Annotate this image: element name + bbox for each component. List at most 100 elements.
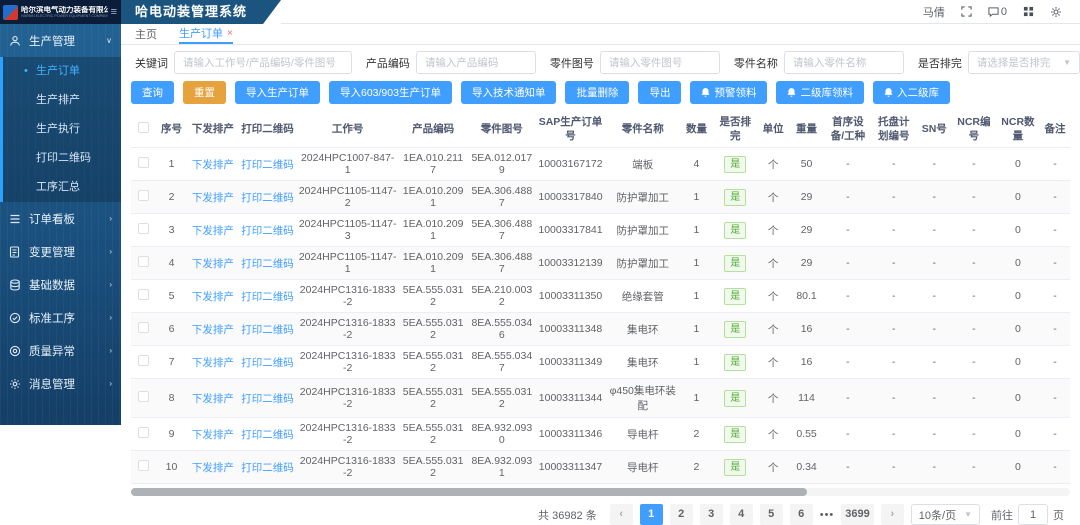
message-icon[interactable]: 0 bbox=[988, 6, 1007, 18]
cell-weight: 0.55 bbox=[788, 418, 825, 451]
send-schedule-link[interactable]: 下发排产 bbox=[192, 291, 234, 303]
sidebar-item-5[interactable]: 质量异常› bbox=[0, 334, 121, 367]
sidebar-item-0[interactable]: 生产管理∨ bbox=[0, 24, 121, 57]
row-checkbox[interactable] bbox=[138, 391, 149, 402]
cell-sap_no: 10003317841 bbox=[536, 214, 605, 247]
row-checkbox[interactable] bbox=[138, 322, 149, 333]
print-qrcode-link[interactable]: 打印二维码 bbox=[241, 291, 294, 303]
print-qrcode-link[interactable]: 打印二维码 bbox=[241, 429, 294, 441]
sidebar-item-1[interactable]: 订单看板› bbox=[0, 202, 121, 235]
send-schedule-link[interactable]: 下发排产 bbox=[192, 393, 234, 405]
row-checkbox[interactable] bbox=[138, 190, 149, 201]
send-schedule-link[interactable]: 下发排产 bbox=[192, 462, 234, 474]
sidebar-subitem[interactable]: 生产排产 bbox=[3, 86, 121, 115]
gear-icon[interactable] bbox=[1050, 6, 1062, 18]
print-qrcode-link[interactable]: 打印二维码 bbox=[241, 192, 294, 204]
send-schedule-link[interactable]: 下发排产 bbox=[192, 258, 234, 270]
send-schedule-link[interactable]: 下发排产 bbox=[192, 324, 234, 336]
send-schedule-link[interactable]: 下发排产 bbox=[192, 357, 234, 369]
close-tab-icon[interactable]: × bbox=[227, 28, 233, 39]
print-qrcode-link[interactable]: 打印二维码 bbox=[241, 159, 294, 171]
chevron-icon: › bbox=[109, 214, 112, 223]
fullscreen-icon[interactable] bbox=[961, 6, 972, 17]
send-schedule-link[interactable]: 下发排产 bbox=[192, 192, 234, 204]
prev-page-button[interactable]: ‹ bbox=[610, 504, 633, 525]
apps-grid-icon[interactable] bbox=[1023, 6, 1034, 17]
import-603-903-button[interactable]: 导入603/903生产订单 bbox=[329, 81, 452, 104]
page-button-6[interactable]: 6 bbox=[790, 504, 813, 525]
keyword-input[interactable] bbox=[174, 51, 352, 74]
print-qrcode-link[interactable]: 打印二维码 bbox=[241, 258, 294, 270]
part-no-input[interactable] bbox=[600, 51, 720, 74]
export-button[interactable]: 导出 bbox=[638, 81, 681, 104]
level2-in-button[interactable]: 入二级库 bbox=[873, 81, 950, 104]
print-qrcode-link[interactable]: 打印二维码 bbox=[241, 357, 294, 369]
sidebar-subitem[interactable]: 工序汇总 bbox=[3, 173, 121, 202]
cell-seq: 5 bbox=[156, 280, 188, 313]
more-pages-button[interactable]: ••• bbox=[820, 509, 835, 521]
sidebar-subitem[interactable]: 生产执行 bbox=[3, 115, 121, 144]
column-header: 备注 bbox=[1040, 111, 1070, 148]
column-header: SAP生产订单号 bbox=[536, 111, 605, 148]
sidebar: 生产管理∨生产订单生产排产生产执行打印二维码工序汇总订单看板›变更管理›基础数据… bbox=[0, 24, 121, 425]
batch-delete-button[interactable]: 批量删除 bbox=[565, 81, 629, 104]
sidebar-subitem[interactable]: 生产订单 bbox=[3, 57, 121, 86]
sidebar-subitem[interactable]: 打印二维码 bbox=[3, 144, 121, 173]
row-checkbox[interactable] bbox=[138, 289, 149, 300]
user-name[interactable]: 马倩 bbox=[923, 4, 945, 20]
cell-weight: 29 bbox=[788, 181, 825, 214]
level2-pick-button[interactable]: 二级库领料 bbox=[776, 81, 864, 104]
cell-part_name: 导电杆 bbox=[605, 418, 681, 451]
print-qrcode-link[interactable]: 打印二维码 bbox=[241, 393, 294, 405]
sidebar-item-6[interactable]: 消息管理› bbox=[0, 367, 121, 400]
warning-pick-button[interactable]: 预警领料 bbox=[690, 81, 767, 104]
select-all-checkbox[interactable] bbox=[138, 122, 149, 133]
scheduled-badge: 是 bbox=[724, 354, 746, 371]
horizontal-scrollbar[interactable] bbox=[131, 488, 1070, 496]
send-schedule-link[interactable]: 下发排产 bbox=[192, 429, 234, 441]
search-button[interactable]: 查询 bbox=[131, 81, 174, 104]
cell-remark: - bbox=[1040, 418, 1070, 451]
product-code-input[interactable] bbox=[416, 51, 536, 74]
cell-ncr_qty: 0 bbox=[996, 379, 1040, 418]
page-size-select[interactable]: 10条/页 ▼ bbox=[911, 504, 980, 525]
scrollbar-thumb[interactable] bbox=[131, 488, 807, 496]
cell-seq: 8 bbox=[156, 379, 188, 418]
print-qrcode-link[interactable]: 打印二维码 bbox=[241, 324, 294, 336]
tab-1[interactable]: 生产订单× bbox=[179, 24, 233, 44]
send-schedule-link[interactable]: 下发排产 bbox=[192, 159, 234, 171]
sidebar-item-4[interactable]: 标准工序› bbox=[0, 301, 121, 334]
sidebar-item-2[interactable]: 变更管理› bbox=[0, 235, 121, 268]
page-button-5[interactable]: 5 bbox=[760, 504, 783, 525]
cell-unit: 个 bbox=[758, 247, 788, 280]
column-header: 打印二维码 bbox=[238, 111, 296, 148]
import-tech-notice-button[interactable]: 导入技术通知单 bbox=[461, 81, 557, 104]
print-qrcode-link[interactable]: 打印二维码 bbox=[241, 225, 294, 237]
import-order-button[interactable]: 导入生产订单 bbox=[235, 81, 320, 104]
page-button-3[interactable]: 3 bbox=[700, 504, 723, 525]
cell-part_no: 5EA.306.4887 bbox=[467, 247, 536, 280]
print-qrcode-link[interactable]: 打印二维码 bbox=[241, 462, 294, 474]
send-schedule-link[interactable]: 下发排产 bbox=[192, 225, 234, 237]
row-checkbox[interactable] bbox=[138, 355, 149, 366]
sidebar-collapse-icon[interactable]: ≡ bbox=[111, 7, 117, 18]
row-checkbox[interactable] bbox=[138, 223, 149, 234]
reset-button[interactable]: 重置 bbox=[183, 81, 226, 104]
part-name-input[interactable] bbox=[784, 51, 904, 74]
row-checkbox[interactable] bbox=[138, 460, 149, 471]
row-checkbox[interactable] bbox=[138, 256, 149, 267]
company-logo-area: 哈尔滨电气动力装备有限公司 HARBIN ELECTRIC POWER EQUI… bbox=[0, 0, 121, 24]
tab-0[interactable]: 主页 bbox=[135, 24, 157, 44]
row-checkbox[interactable] bbox=[138, 157, 149, 168]
sidebar-item-3[interactable]: 基础数据› bbox=[0, 268, 121, 301]
scheduled-select[interactable]: 请选择是否排完 ▼ bbox=[968, 51, 1080, 74]
page-button-2[interactable]: 2 bbox=[670, 504, 693, 525]
goto-page-input[interactable] bbox=[1018, 504, 1048, 525]
page-button-1[interactable]: 1 bbox=[640, 504, 663, 525]
cell-ncr_no: - bbox=[952, 148, 996, 181]
table-row: 4下发排产打印二维码2024HPC1105-1147-11EA.010.2091… bbox=[131, 247, 1070, 280]
page-button-4[interactable]: 4 bbox=[730, 504, 753, 525]
next-page-button[interactable]: › bbox=[881, 504, 904, 525]
last-page-button[interactable]: 3699 bbox=[841, 504, 873, 525]
row-checkbox[interactable] bbox=[138, 427, 149, 438]
